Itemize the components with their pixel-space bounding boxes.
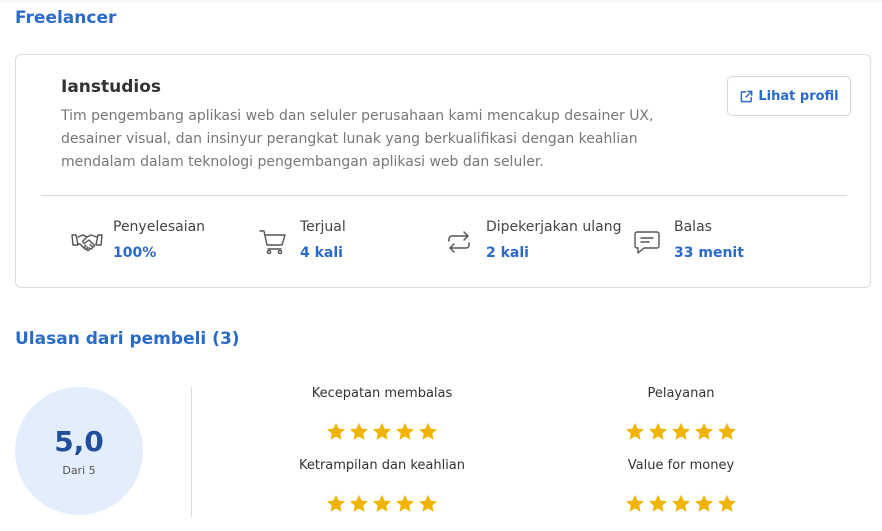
star-icon <box>418 494 438 513</box>
repeat-icon <box>444 229 476 255</box>
stat-value: 2 kali <box>486 245 529 261</box>
reviews-divider <box>191 387 192 517</box>
stat-label: Penyelesaian <box>113 219 206 235</box>
star-icon <box>694 494 714 513</box>
star-icon <box>648 494 668 513</box>
chat-icon <box>632 229 664 255</box>
criterion-label: Kecepatan membalas <box>311 386 453 401</box>
cart-icon <box>258 229 290 255</box>
star-icon <box>625 422 645 441</box>
star-icon <box>372 494 392 513</box>
star-icon <box>349 494 369 513</box>
criterion-label: Value for money <box>627 458 735 473</box>
star-icon <box>694 422 714 441</box>
criterion-skill: Ketrampilan dan keahlian <box>272 458 492 512</box>
criterion-value-for-money: Value for money <box>571 458 791 512</box>
star-rating <box>571 494 791 513</box>
star-icon <box>349 422 369 441</box>
star-icon <box>395 422 415 441</box>
star-icon <box>418 422 438 441</box>
stat-label: Terjual <box>300 219 346 235</box>
score-scale: Dari 5 <box>62 464 96 477</box>
criterion-response-speed: Kecepatan membalas <box>272 386 492 440</box>
view-profile-button[interactable]: Lihat profil <box>727 76 851 116</box>
reviews-section-title: Ulasan dari pembeli (3) <box>15 329 240 349</box>
view-profile-label: Lihat profil <box>758 88 839 104</box>
star-icon <box>326 494 346 513</box>
star-icon <box>671 494 691 513</box>
criterion-label: Pelayanan <box>647 386 715 401</box>
star-rating <box>571 422 791 441</box>
freelancer-section-title: Freelancer <box>15 8 117 28</box>
star-icon <box>671 422 691 441</box>
star-icon <box>625 494 645 513</box>
star-icon <box>648 422 668 441</box>
card-divider <box>41 195 847 196</box>
stat-label: Dipekerjakan ulang <box>486 219 622 235</box>
star-rating <box>272 494 492 513</box>
freelancer-description: Tim pengembang aplikasi web dan seluler … <box>61 108 654 170</box>
star-icon <box>372 422 392 441</box>
freelancer-name: Ianstudios <box>61 77 162 97</box>
criterion-service: Pelayanan <box>571 386 791 440</box>
star-icon <box>717 422 737 441</box>
external-link-icon <box>739 89 754 104</box>
star-rating <box>272 422 492 441</box>
freelancer-card: Ianstudios Tim pengembang aplikasi web d… <box>15 54 871 288</box>
handshake-icon <box>71 229 103 255</box>
top-shadow <box>0 0 882 4</box>
overall-score: 5,0 <box>54 425 104 458</box>
star-icon <box>717 494 737 513</box>
overall-score-badge: 5,0 Dari 5 <box>15 387 143 515</box>
star-icon <box>395 494 415 513</box>
star-icon <box>326 422 346 441</box>
stat-label: Balas <box>674 219 712 235</box>
stat-value: 4 kali <box>300 245 343 261</box>
criterion-label: Ketrampilan dan keahlian <box>298 458 466 473</box>
stat-value: 33 menit <box>674 245 744 261</box>
stat-value: 100% <box>113 245 157 261</box>
